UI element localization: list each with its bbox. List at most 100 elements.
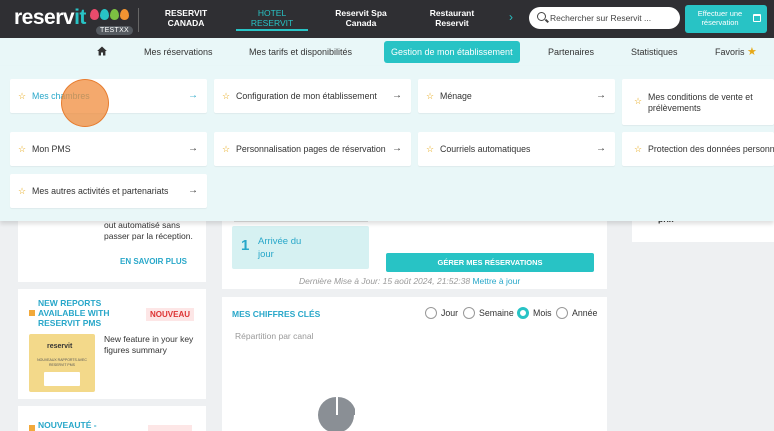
- menu-card-menage[interactable]: ☆ Ménage →: [418, 79, 615, 113]
- nav-mes-reservations[interactable]: Mes réservations: [144, 47, 213, 57]
- news-panel: NEW REPORTS AVAILABLE WITH RESERVIT PMS …: [18, 289, 206, 399]
- period-label-semaine: Semaine: [479, 308, 514, 318]
- last-update: Dernière Mise à Jour: 15 août 2024, 21:5…: [299, 276, 520, 286]
- reservit-logo[interactable]: reservit: [14, 6, 86, 30]
- arrow-right-icon: →: [596, 143, 606, 154]
- menu-card-label: Mes autres activités et partenariats: [32, 186, 169, 196]
- star-icon: ★: [747, 46, 757, 58]
- nav-favoris[interactable]: Favoris: [715, 47, 745, 57]
- arrow-right-icon: →: [188, 90, 198, 101]
- make-reservation-label: Effectuer une réservation: [697, 9, 743, 27]
- menu-card-label: Mes conditions de vente et prélèvements: [648, 92, 753, 113]
- nav-gestion-etablissement[interactable]: Gestion de mon établissement: [384, 41, 520, 63]
- search-icon: [537, 12, 546, 21]
- news-thumbnail[interactable]: reservit NOUVEAUX RAPPORTS AVEC RESERVIT…: [29, 334, 95, 392]
- learn-more-link[interactable]: EN SAVOIR PLUS: [120, 257, 187, 266]
- key-figures-title: MES CHIFFRES CLÉS: [232, 309, 321, 319]
- period-label-jour: Jour: [441, 308, 459, 318]
- menu-card-mon-pms[interactable]: ☆ Mon PMS →: [10, 132, 207, 166]
- news2-title[interactable]: NOUVEAUTÉ -: [38, 420, 97, 430]
- menu-card-label: Mon PMS: [32, 144, 71, 154]
- menu-card-label: Courriels automatiques: [440, 144, 531, 154]
- star-outline-icon: ☆: [426, 144, 435, 154]
- menu-card-courriels[interactable]: ☆ Courriels automatiques →: [418, 132, 615, 166]
- logo-prefix: reserv: [14, 6, 75, 29]
- menu-card-configuration[interactable]: ☆ Configuration de mon établissement →: [214, 79, 411, 113]
- pin-icon: [100, 9, 109, 20]
- topnav-spa-canada[interactable]: Reservit Spa Canada: [330, 8, 392, 28]
- manage-reservations-button[interactable]: GÉRER MES RÉSERVATIONS: [386, 253, 594, 272]
- star-outline-icon: ☆: [18, 91, 27, 101]
- nav-tarifs-disponibilites[interactable]: Mes tarifs et disponibilités: [249, 47, 352, 57]
- logo-accent: it: [74, 6, 86, 29]
- period-label-mois: Mois: [533, 308, 552, 318]
- menu-card-label: Personnalisation pages de réservation: [236, 144, 386, 154]
- nav-statistiques[interactable]: Statistiques: [631, 47, 678, 57]
- thumb-text: NOUVEAUX RAPPORTS AVEC RESERVIT PMS: [37, 358, 87, 367]
- period-radio-jour[interactable]: [425, 307, 437, 319]
- last-update-text: Dernière Mise à Jour: 15 août 2024, 21:5…: [299, 276, 471, 286]
- menu-card-conditions-vente[interactable]: ☆ Mes conditions de vente et prélèvement…: [622, 79, 774, 125]
- pin-icon: [90, 9, 99, 20]
- nav-partenaires[interactable]: Partenaires: [548, 47, 594, 57]
- make-reservation-button[interactable]: Effectuer une réservation: [685, 5, 767, 33]
- arrow-right-icon: →: [596, 90, 606, 101]
- thumb-logo: reservit: [47, 343, 73, 350]
- calendar-icon: [753, 14, 761, 22]
- arrow-right-icon: →: [392, 143, 402, 154]
- topnav-reservit-canada[interactable]: RESERVIT CANADA: [158, 8, 214, 28]
- menu-card-label: Protection des données personnelles: [648, 144, 774, 154]
- period-label-annee: Année: [572, 308, 598, 318]
- arrivals-card[interactable]: 1 Arrivée du jour: [232, 226, 369, 269]
- logo-pins-icon: [90, 9, 129, 20]
- divider: [138, 8, 139, 32]
- pin-icon: [120, 9, 129, 20]
- search-input[interactable]: Rechercher sur Reservit ...: [529, 7, 680, 29]
- new-badge: [148, 425, 192, 431]
- menu-card-label: Configuration de mon établissement: [236, 91, 377, 101]
- arrivals-count: 1: [241, 237, 250, 254]
- new-badge: NOUVEAU: [146, 308, 195, 321]
- arrow-right-icon: →: [188, 143, 198, 154]
- arrivals-label: Arrivée du jour: [258, 236, 302, 260]
- period-radio-annee[interactable]: [556, 307, 568, 319]
- news-text: New feature in your key figures summary: [104, 334, 194, 355]
- active-tab-underline: [236, 29, 308, 31]
- home-icon[interactable]: [97, 46, 107, 56]
- news-title[interactable]: NEW REPORTS AVAILABLE WITH RESERVIT PMS: [38, 298, 130, 328]
- search-placeholder: Rechercher sur Reservit ...: [550, 13, 652, 23]
- channel-label: Répartition par canal: [235, 331, 314, 341]
- star-outline-icon: ☆: [634, 96, 643, 106]
- star-outline-icon: ☆: [222, 144, 231, 154]
- news-bullet-icon: [29, 310, 35, 316]
- star-outline-icon: ☆: [18, 144, 27, 154]
- period-radio-mois[interactable]: [517, 307, 529, 319]
- news2-panel: NOUVEAUTÉ -: [18, 406, 206, 431]
- refresh-link[interactable]: Mettre à jour: [472, 276, 520, 286]
- thumb-screen: [44, 372, 80, 386]
- pie-chart-icon: [318, 397, 355, 431]
- click-indicator: [61, 79, 109, 127]
- menu-card-protection-donnees[interactable]: ☆ Protection des données personnelles: [622, 132, 774, 166]
- chevron-right-icon[interactable]: ›: [509, 10, 513, 24]
- period-radio-semaine[interactable]: [463, 307, 475, 319]
- news-bullet-icon: [29, 425, 35, 431]
- star-outline-icon: ☆: [18, 186, 27, 196]
- arrow-right-icon: →: [188, 185, 198, 196]
- secondary-nav: Mes réservations Mes tarifs et disponibi…: [0, 38, 774, 66]
- top-bar: reservit TESTXX RESERVIT CANADA HOTEL RE…: [0, 0, 774, 38]
- pin-icon: [110, 9, 119, 20]
- management-dropdown: ☆ Mes chambres → ☆ Configuration de mon …: [0, 66, 774, 221]
- promo-text: out automatisé sans passer par la récept…: [104, 220, 193, 241]
- star-outline-icon: ☆: [426, 91, 435, 101]
- account-badge: TESTXX: [96, 26, 134, 35]
- menu-card-mes-chambres[interactable]: ☆ Mes chambres →: [10, 79, 207, 113]
- arrow-right-icon: →: [392, 90, 402, 101]
- topnav-restaurant[interactable]: Restaurant Reservit: [420, 8, 484, 28]
- topnav-hotel-reservit[interactable]: HOTEL RESERVIT: [242, 8, 302, 28]
- star-outline-icon: ☆: [634, 144, 643, 154]
- menu-card-personnalisation[interactable]: ☆ Personnalisation pages de réservation …: [214, 132, 411, 166]
- menu-card-label: Ménage: [440, 91, 472, 101]
- star-outline-icon: ☆: [222, 91, 231, 101]
- menu-card-autres-activites[interactable]: ☆ Mes autres activités et partenariats →: [10, 174, 207, 208]
